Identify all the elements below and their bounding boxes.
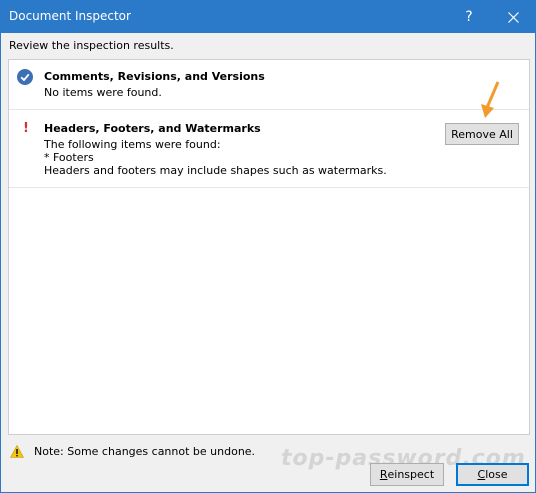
section-title: Comments, Revisions, and Versions [44, 70, 265, 83]
results-panel[interactable]: Comments, Revisions, and Versions No ite… [8, 59, 530, 435]
exclamation-icon: ! [23, 121, 29, 136]
section-comments-revisions-versions: Comments, Revisions, and Versions No ite… [9, 60, 529, 110]
reinspect-label: einspect [387, 468, 435, 481]
section-detail: Headers and footers may include shapes s… [44, 164, 387, 177]
warning-icon [9, 444, 25, 461]
title-bar: Document Inspector ? [1, 1, 535, 33]
section-detail: No items were found. [44, 86, 162, 99]
close-button[interactable]: Close [456, 463, 529, 486]
document-inspector-dialog: Document Inspector ? Review the inspecti… [0, 0, 536, 493]
reinspect-button[interactable]: Reinspect [370, 463, 444, 486]
help-button[interactable]: ? [447, 1, 491, 33]
section-detail: * Footers [44, 151, 94, 164]
section-title: Headers, Footers, and Watermarks [44, 122, 261, 135]
section-detail: The following items were found: [44, 138, 221, 151]
arrow-pointer-icon [481, 81, 500, 118]
remove-all-button[interactable]: Remove All [445, 123, 519, 145]
close-icon [507, 11, 519, 23]
window-title: Document Inspector [9, 9, 131, 23]
instructions-text: Review the inspection results. [9, 39, 174, 52]
close-label: lose [485, 468, 508, 481]
note-text: Note: Some changes cannot be undone. [34, 445, 256, 458]
section-headers-footers-watermarks: ! Headers, Footers, and Watermarks The f… [9, 110, 529, 188]
close-accelerator: C [477, 468, 486, 481]
title-close-button[interactable] [491, 1, 535, 33]
check-circle-icon [17, 69, 33, 88]
reinspect-accelerator: R [379, 468, 388, 481]
